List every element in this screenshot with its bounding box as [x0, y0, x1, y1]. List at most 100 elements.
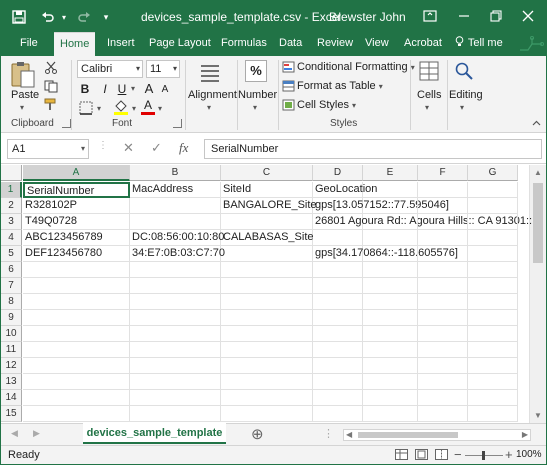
- cell-g12[interactable]: [468, 358, 518, 374]
- cell-e5[interactable]: [363, 246, 418, 262]
- cell-d3[interactable]: 26801 Agoura Rd:: Agoura Hills:: CA 9130…: [313, 214, 532, 230]
- editing-dropdown-icon[interactable]: ▾: [460, 103, 464, 112]
- ribbon-display-options-icon[interactable]: [419, 5, 441, 27]
- alignment-icon[interactable]: [199, 62, 221, 87]
- font-color-dropdown-icon[interactable]: ▾: [156, 100, 164, 118]
- cells-icon[interactable]: [419, 61, 439, 84]
- number-format-button[interactable]: Number: [238, 89, 277, 101]
- cell-d5[interactable]: gps[34.170864::-118.605576]: [313, 246, 458, 262]
- cell-g13[interactable]: [468, 374, 518, 390]
- cell-f13[interactable]: [418, 374, 468, 390]
- cell-a6[interactable]: [23, 262, 130, 278]
- redo-icon[interactable]: [75, 7, 93, 27]
- cell-b4[interactable]: DC:08:56:00:10:80: [130, 230, 224, 246]
- cell-g1[interactable]: [468, 182, 518, 198]
- cell-b10[interactable]: [130, 326, 221, 342]
- cell-d7[interactable]: [313, 278, 363, 294]
- sheet-tab-active[interactable]: devices_sample_template: [83, 423, 226, 444]
- cell-f15[interactable]: [418, 406, 468, 422]
- cell-b2[interactable]: [130, 198, 221, 214]
- cell-g3[interactable]: [468, 214, 518, 230]
- customize-quick-access-icon[interactable]: ▾: [99, 7, 113, 27]
- cell-a14[interactable]: [23, 390, 130, 406]
- enter-icon[interactable]: ✓: [151, 140, 162, 156]
- cell-f3[interactable]: [418, 214, 468, 230]
- cell-a4[interactable]: ABC123456789: [23, 230, 130, 246]
- cell-e3[interactable]: [363, 214, 418, 230]
- cell-styles-button[interactable]: Cell Styles ▾: [297, 99, 356, 111]
- cell-e4[interactable]: [363, 230, 418, 246]
- tab-data[interactable]: Data: [279, 32, 302, 56]
- cell-c5[interactable]: [221, 246, 313, 262]
- cell-d9[interactable]: [313, 310, 363, 326]
- cell-g15[interactable]: [468, 406, 518, 422]
- tab-home[interactable]: Home: [54, 32, 96, 56]
- cell-d15[interactable]: [313, 406, 363, 422]
- tab-review[interactable]: Review: [317, 32, 353, 56]
- row-header-3[interactable]: 3: [1, 214, 22, 230]
- tab-acrobat[interactable]: Acrobat: [404, 32, 442, 56]
- italic-button[interactable]: I: [97, 80, 113, 98]
- cell-c4[interactable]: CALABASAS_Site: [221, 230, 314, 246]
- cell-e6[interactable]: [363, 262, 418, 278]
- cell-e1[interactable]: [363, 182, 418, 198]
- row-header-14[interactable]: 14: [1, 390, 22, 406]
- row-header-12[interactable]: 12: [1, 358, 22, 374]
- cell-c8[interactable]: [221, 294, 313, 310]
- cell-c2[interactable]: BANGALORE_Site: [221, 198, 317, 214]
- cell-b7[interactable]: [130, 278, 221, 294]
- column-header-b[interactable]: B: [130, 165, 221, 181]
- cell-a8[interactable]: [23, 294, 130, 310]
- paste-button[interactable]: Paste: [11, 89, 39, 101]
- user-name[interactable]: Brewster John: [329, 10, 406, 24]
- scroll-left-icon[interactable]: ◀: [346, 430, 352, 439]
- cell-e7[interactable]: [363, 278, 418, 294]
- cell-e12[interactable]: [363, 358, 418, 374]
- select-all-corner[interactable]: [1, 165, 22, 181]
- copy-icon[interactable]: [44, 80, 58, 96]
- alignment-dropdown-icon[interactable]: ▾: [207, 103, 211, 112]
- cell-g9[interactable]: [468, 310, 518, 326]
- format-as-table-button[interactable]: Format as Table ▾: [297, 80, 383, 92]
- cell-b8[interactable]: [130, 294, 221, 310]
- cell-b11[interactable]: [130, 342, 221, 358]
- cell-d10[interactable]: [313, 326, 363, 342]
- alignment-button[interactable]: Alignment: [188, 89, 237, 101]
- cell-f5[interactable]: [418, 246, 468, 262]
- scroll-up-icon[interactable]: ▲: [534, 168, 542, 177]
- cell-g5[interactable]: [468, 246, 518, 262]
- cell-d12[interactable]: [313, 358, 363, 374]
- vertical-scrollbar[interactable]: ▲ ▼: [529, 165, 546, 423]
- cell-g2[interactable]: [468, 198, 518, 214]
- cell-f12[interactable]: [418, 358, 468, 374]
- cell-e2[interactable]: [363, 198, 418, 214]
- row-header-9[interactable]: 9: [1, 310, 22, 326]
- cell-c3[interactable]: [221, 214, 313, 230]
- fill-color-icon[interactable]: [113, 99, 129, 118]
- fill-color-dropdown-icon[interactable]: ▾: [130, 100, 138, 118]
- font-color-icon[interactable]: A: [141, 99, 155, 115]
- cell-e15[interactable]: [363, 406, 418, 422]
- cell-a10[interactable]: [23, 326, 130, 342]
- increase-font-button[interactable]: A: [142, 80, 156, 98]
- cell-e10[interactable]: [363, 326, 418, 342]
- cell-f4[interactable]: [418, 230, 468, 246]
- cells-dropdown-icon[interactable]: ▾: [425, 103, 429, 112]
- cut-icon[interactable]: [44, 61, 58, 77]
- cell-d4[interactable]: [313, 230, 363, 246]
- borders-icon[interactable]: [79, 101, 93, 118]
- cell-g14[interactable]: [468, 390, 518, 406]
- cell-a3[interactable]: T49Q0728: [23, 214, 130, 230]
- cell-a15[interactable]: [23, 406, 130, 422]
- cell-a2[interactable]: R328102P: [23, 198, 130, 214]
- cell-e9[interactable]: [363, 310, 418, 326]
- underline-button[interactable]: U: [115, 80, 129, 98]
- cell-a9[interactable]: [23, 310, 130, 326]
- row-header-2[interactable]: 2: [1, 198, 22, 214]
- bold-button[interactable]: B: [77, 80, 93, 98]
- row-header-10[interactable]: 10: [1, 326, 22, 342]
- column-header-g[interactable]: G: [468, 165, 518, 181]
- cell-c14[interactable]: [221, 390, 313, 406]
- column-header-a[interactable]: A: [23, 165, 130, 181]
- tab-view[interactable]: View: [365, 32, 389, 56]
